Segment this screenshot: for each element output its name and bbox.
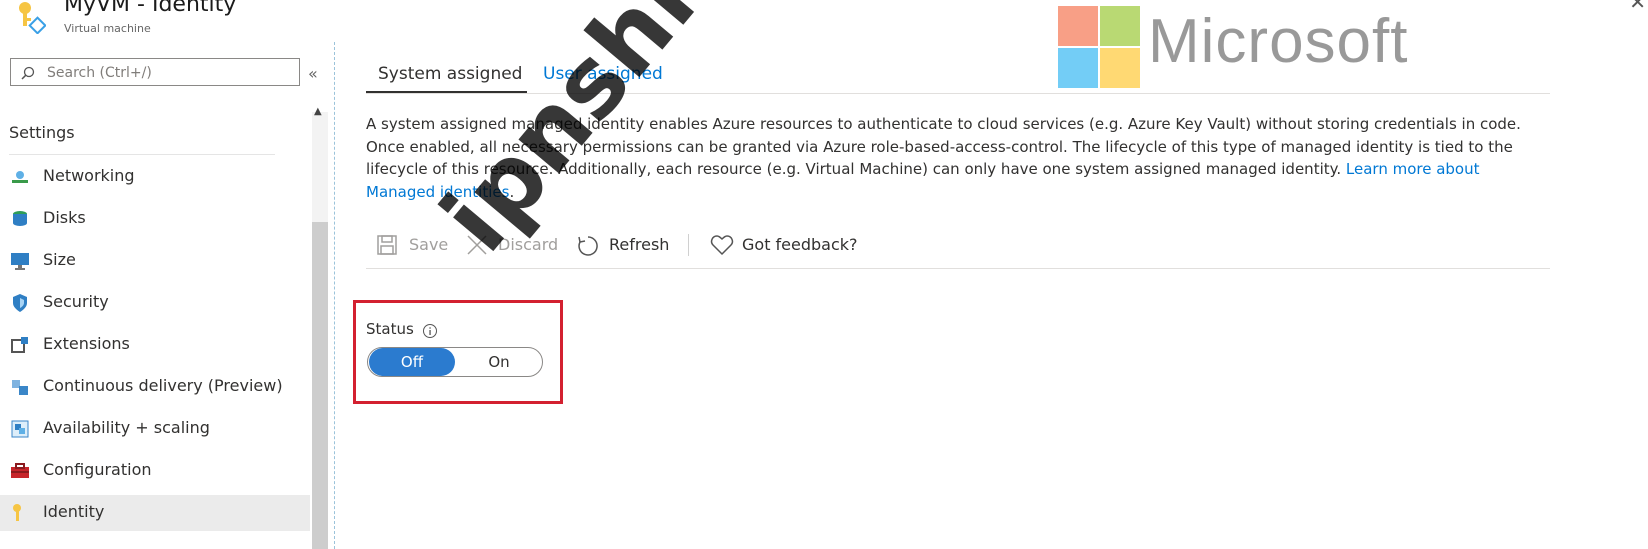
close-icon[interactable]: ✕ <box>1629 0 1646 14</box>
refresh-icon <box>578 236 598 256</box>
refresh-label: Refresh <box>609 235 670 254</box>
status-option-on[interactable]: On <box>456 348 542 376</box>
info-icon[interactable] <box>422 323 438 339</box>
identity-resource-icon <box>19 2 46 34</box>
feedback-label: Got feedback? <box>742 235 858 254</box>
sidebar-item-label: Extensions <box>43 334 130 353</box>
shield-icon <box>13 294 27 312</box>
resource-menu: « ▲ Settings Networking Disks Size Secur… <box>0 42 335 549</box>
toolbox-icon <box>11 463 29 478</box>
sidebar-item-label: Networking <box>43 166 135 185</box>
continuous-delivery-icon <box>12 380 28 395</box>
tab-system-assigned[interactable]: System assigned <box>378 64 522 84</box>
page-title: MyVM - Identity <box>64 0 237 17</box>
sidebar-item-security[interactable]: Security <box>0 285 310 321</box>
scrollbar-thumb[interactable] <box>312 222 328 549</box>
sidebar-item-disks[interactable]: Disks <box>0 201 310 237</box>
sidebar-item-configuration[interactable]: Configuration <box>0 453 310 489</box>
sidebar-item-label: Configuration <box>43 460 152 479</box>
microsoft-watermark: Microsoft <box>1148 7 1409 76</box>
save-icon <box>377 235 397 255</box>
status-toggle[interactable]: Off On <box>367 347 543 377</box>
sidebar-item-label: Continuous delivery (Preview) <box>43 376 283 395</box>
sidebar-item-label: Security <box>43 292 109 311</box>
status-option-off[interactable]: Off <box>369 348 455 376</box>
sidebar-item-availability-scaling[interactable]: Availability + scaling <box>0 411 310 447</box>
size-icon <box>11 253 29 270</box>
sidebar-item-label: Availability + scaling <box>43 418 210 437</box>
sidebar-item-extensions[interactable]: Extensions <box>0 327 310 363</box>
section-label-settings: Settings <box>9 123 75 142</box>
save-label: Save <box>409 235 449 254</box>
disks-icon <box>13 211 27 226</box>
search-input[interactable] <box>45 61 294 85</box>
sidebar-item-continuous-delivery[interactable]: Continuous delivery (Preview) <box>0 369 310 405</box>
sidebar-item-networking[interactable]: Networking <box>0 159 310 195</box>
search-box[interactable] <box>10 58 300 86</box>
sidebar-item-label: Size <box>43 250 76 269</box>
collapse-menu-icon[interactable]: « <box>308 64 318 83</box>
sidebar-item-label: Disks <box>43 208 86 227</box>
heart-icon <box>710 235 734 256</box>
networking-icon <box>12 171 28 183</box>
microsoft-logo <box>1058 6 1142 90</box>
page-subtitle: Virtual machine <box>64 22 151 35</box>
divider <box>366 268 1550 269</box>
divider <box>9 154 275 155</box>
sidebar-item-identity[interactable]: Identity <box>0 495 310 531</box>
scroll-up-arrow-icon[interactable]: ▲ <box>314 106 322 117</box>
sidebar-item-size[interactable]: Size <box>0 243 310 279</box>
extensions-icon <box>11 337 28 353</box>
status-label: Status <box>366 320 414 338</box>
identity-icon <box>13 504 21 521</box>
sidebar-item-label: Identity <box>43 502 105 521</box>
availability-icon <box>11 420 29 438</box>
toolbar-divider <box>688 234 689 256</box>
search-icon <box>21 66 35 80</box>
